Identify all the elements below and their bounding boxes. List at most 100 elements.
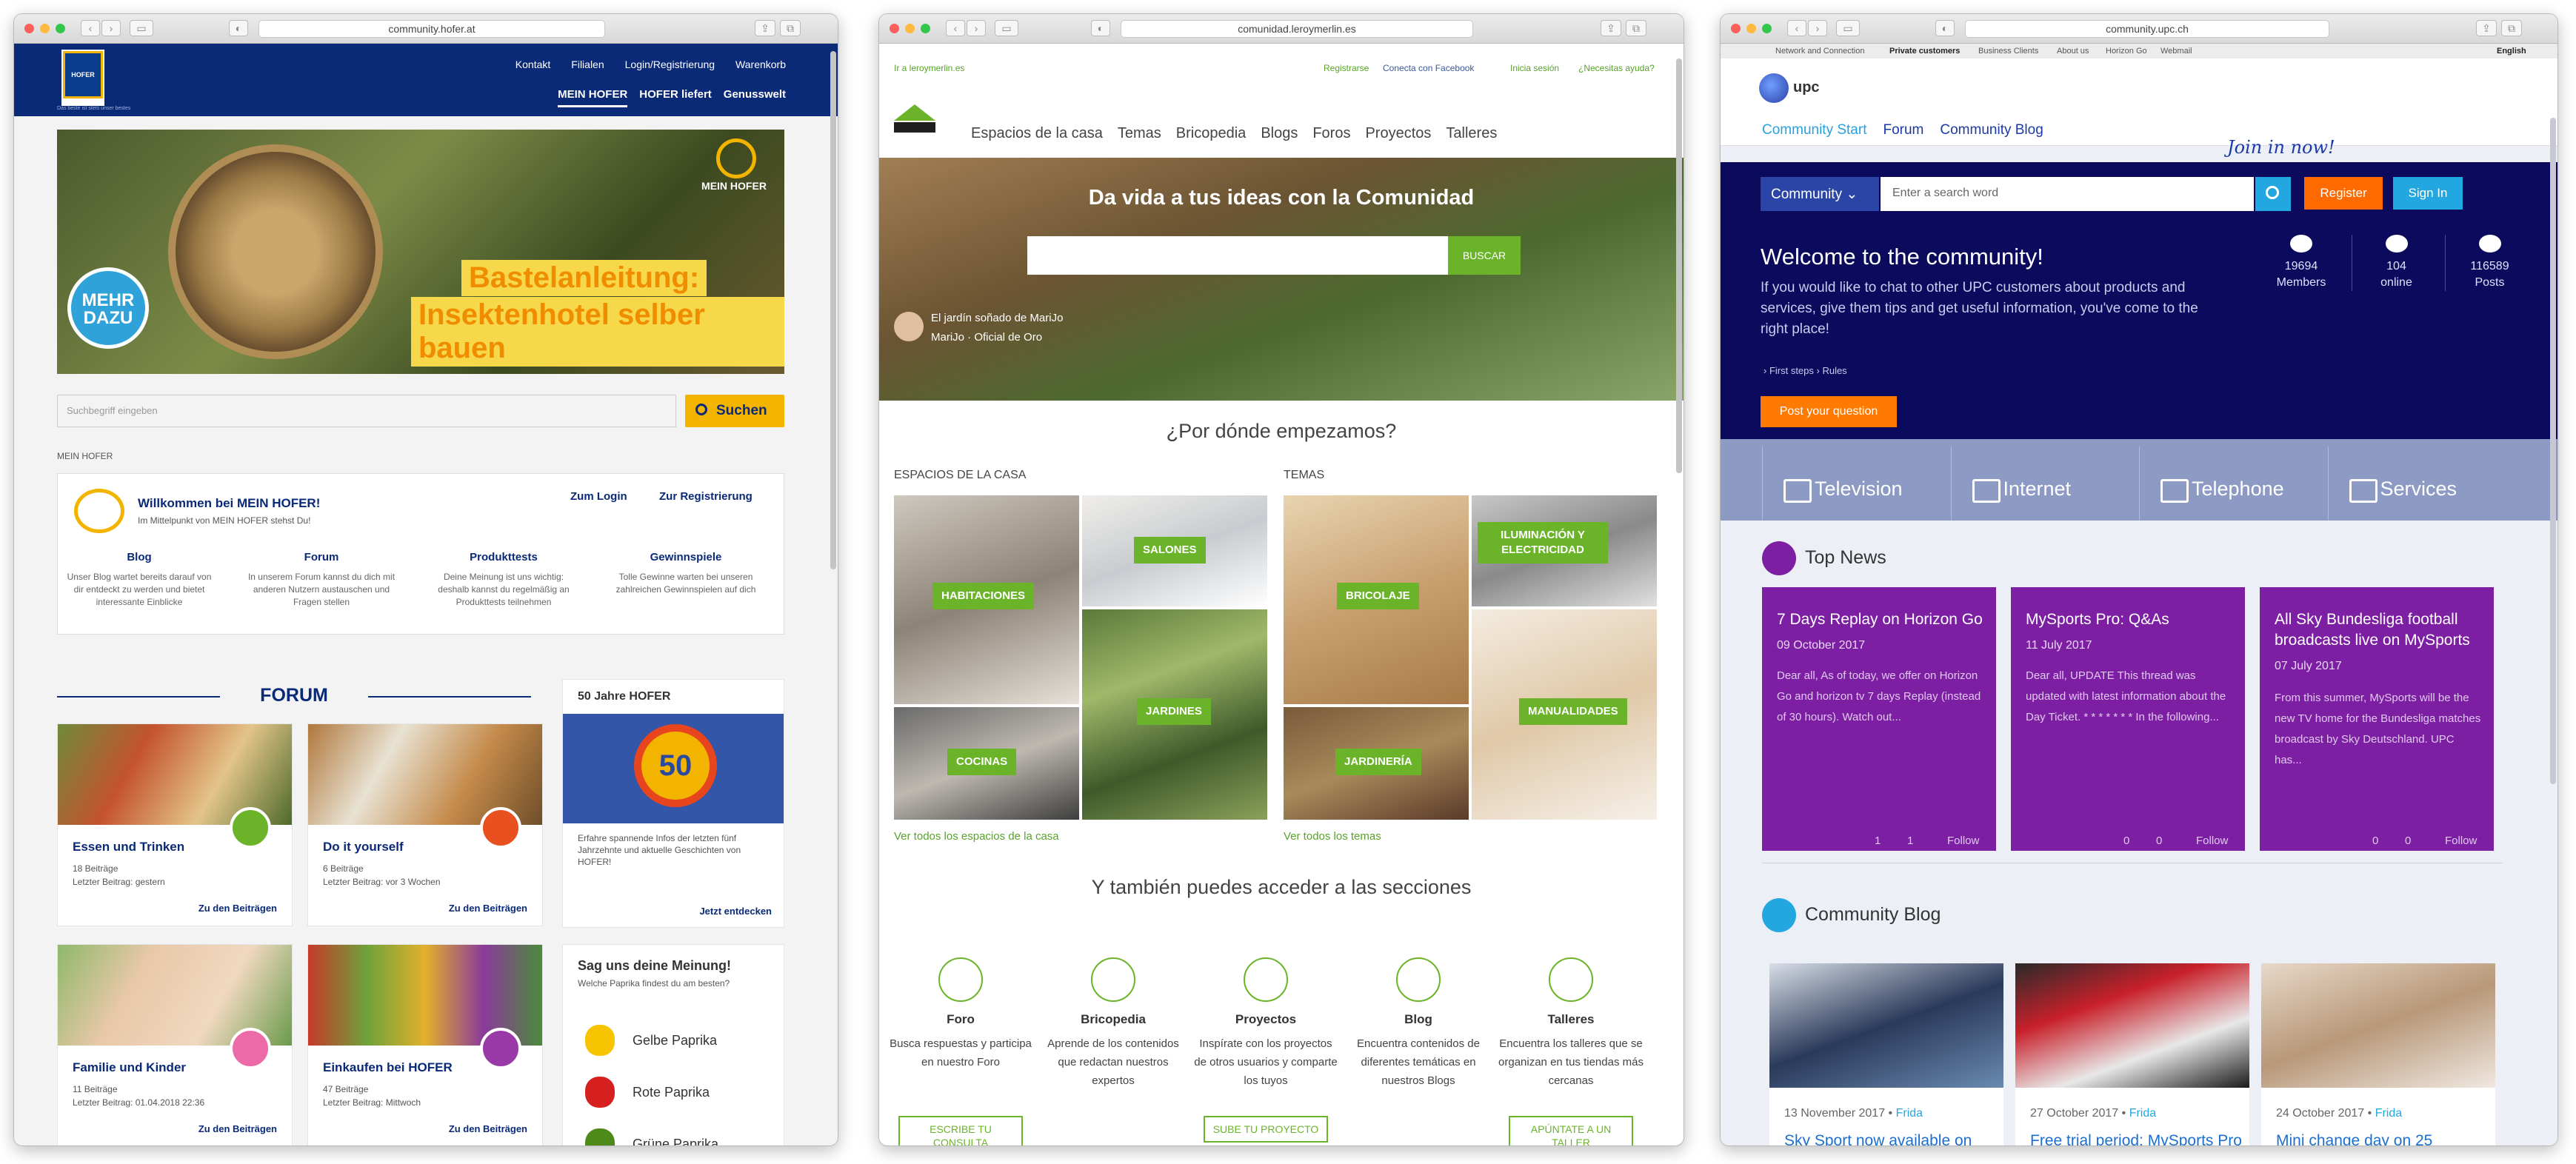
community-dropdown[interactable]: Community ⌄: [1761, 177, 1879, 211]
nav-temas[interactable]: Temas: [1118, 125, 1161, 142]
signin-button[interactable]: Sign In: [2393, 177, 2463, 210]
blog-author[interactable]: Frida: [2375, 1107, 2402, 1120]
search-button[interactable]: BUSCAR: [1448, 236, 1521, 275]
top-link-webmail[interactable]: Webmail: [2160, 47, 2192, 56]
login-link[interactable]: Zum Login: [570, 490, 627, 503]
poll-option-green[interactable]: Grüne Paprika: [585, 1128, 718, 1145]
forum-card-einkaufen[interactable]: Einkaufen bei HOFER 47 Beiträge Letzter Be…: [307, 944, 543, 1145]
window-controls[interactable]: [1731, 24, 1772, 33]
follow-link[interactable]: Follow: [2445, 834, 2477, 847]
tile-salones[interactable]: SALONES: [1082, 495, 1267, 606]
follow-link[interactable]: Follow: [2196, 834, 2228, 847]
window-controls[interactable]: [24, 24, 65, 33]
privacy-icon[interactable]: ◐: [1091, 20, 1110, 36]
news-card[interactable]: MySports Pro: Q&As 11 July 2017 Dear all, …: [2011, 587, 2245, 851]
util-login[interactable]: Login/Registrierung: [625, 58, 715, 70]
hero-banner[interactable]: MEHR DAZU Bastelanleitung: Insektenhotel…: [57, 130, 784, 374]
upc-logo-icon[interactable]: [1759, 73, 1789, 103]
scrollbar[interactable]: [2550, 118, 2556, 784]
sidebar-icon[interactable]: ▭: [1836, 20, 1860, 36]
tile-iluminacion[interactable]: ILUMINACIÓN Y ELECTRICIDAD: [1472, 495, 1657, 606]
top-link-network[interactable]: Network and Connection: [1775, 47, 1864, 56]
help-link[interactable]: ¿Necesitas ayuda?: [1578, 63, 1655, 73]
blog-author[interactable]: Frida: [2129, 1107, 2156, 1120]
nav-espacios[interactable]: Espacios de la casa: [971, 125, 1103, 142]
category-services[interactable]: Services: [2327, 446, 2517, 521]
language-select[interactable]: English: [2497, 47, 2526, 56]
nav-mein-hofer[interactable]: MEIN HOFER: [558, 88, 628, 107]
forward-icon[interactable]: ›: [1808, 20, 1827, 36]
register-link[interactable]: Registrarse: [1324, 63, 1369, 73]
tile-jardineria[interactable]: JARDINERÍA: [1284, 707, 1469, 820]
first-steps-links[interactable]: › First steps › Rules: [1764, 365, 1847, 376]
blog-title[interactable]: Free trial period: MySports Pro: [2030, 1131, 2242, 1145]
blog-card[interactable]: 27 October 2017 • Frida Free trial period…: [2015, 963, 2249, 1145]
sidebar-icon[interactable]: ▭: [130, 20, 153, 36]
address-bar[interactable]: community.hofer.at: [258, 20, 605, 38]
util-warenkorb[interactable]: Warenkorb: [735, 58, 786, 70]
privacy-icon[interactable]: ◐: [229, 20, 248, 36]
leroy-merlin-logo[interactable]: [892, 103, 937, 134]
featured-profile[interactable]: El jardín soñado de MariJo MariJo · Ofici…: [894, 309, 1063, 347]
window-controls[interactable]: [890, 24, 930, 33]
goto-leroymerlin-link[interactable]: Ir a leroymerlin.es: [894, 63, 964, 73]
top-link-horizon[interactable]: Horizon Go: [2106, 47, 2147, 56]
forum-card-essen[interactable]: Essen und Trinken 18 Beiträge Letzter Beit…: [57, 723, 293, 926]
jubilee-image[interactable]: 50: [563, 714, 784, 823]
news-card[interactable]: 7 Days Replay on Horizon Go 09 October 20…: [1762, 587, 1996, 851]
tile-jardines[interactable]: JARDINES: [1082, 609, 1267, 820]
share-icon[interactable]: ⇪: [1601, 20, 1621, 36]
all-spaces-link[interactable]: Ver todos los espacios de la casa: [894, 830, 1059, 843]
login-link[interactable]: Inicia sesión: [1510, 63, 1559, 73]
post-question-button[interactable]: Post your question: [1761, 396, 1897, 427]
share-icon[interactable]: ⇪: [2476, 20, 2497, 36]
nav-hofer-liefert[interactable]: HOFER liefert: [639, 88, 712, 107]
category-television[interactable]: Television: [1762, 446, 1951, 521]
card-link[interactable]: Zu den Beiträgen: [198, 903, 277, 914]
back-icon[interactable]: ‹: [946, 20, 965, 36]
search-input[interactable]: [1027, 236, 1448, 275]
tile-cocinas[interactable]: COCINAS: [894, 707, 1079, 820]
poll-option-yellow[interactable]: Gelbe Paprika: [585, 1025, 718, 1056]
top-link-business[interactable]: Business Clients: [1978, 47, 2038, 56]
tabs-icon[interactable]: ⧉: [1626, 20, 1646, 36]
back-icon[interactable]: ‹: [81, 20, 100, 36]
util-filialen[interactable]: Filialen: [571, 58, 604, 70]
blog-card[interactable]: 24 October 2017 • Frida Mini change day o…: [2261, 963, 2495, 1145]
search-input[interactable]: Suchbegriff eingeben: [57, 395, 676, 427]
news-card[interactable]: All Sky Bundesliga football broadcasts l…: [2260, 587, 2494, 851]
blog-card[interactable]: 13 November 2017 • Frida Sky Sport now av…: [1769, 963, 2003, 1145]
feature-forum[interactable]: Forum In unserem Forum kannst du dich mit…: [247, 551, 396, 609]
address-bar[interactable]: community.upc.ch: [1965, 20, 2329, 38]
nav-foros[interactable]: Foros: [1312, 125, 1350, 142]
register-button[interactable]: Register: [2304, 177, 2383, 210]
card-link[interactable]: Zu den Beiträgen: [449, 1123, 527, 1134]
all-topics-link[interactable]: Ver todos los temas: [1284, 830, 1381, 843]
top-link-about[interactable]: About us: [2057, 47, 2089, 56]
privacy-icon[interactable]: ◐: [1935, 20, 1955, 36]
sidebar-icon[interactable]: ▭: [995, 20, 1018, 36]
escribe-consulta-button[interactable]: ESCRIBE TU CONSULTA: [898, 1116, 1023, 1145]
nav-community-start[interactable]: Community Start: [1762, 122, 1866, 138]
follow-link[interactable]: Follow: [1947, 834, 1979, 847]
util-kontakt[interactable]: Kontakt: [515, 58, 550, 70]
share-icon[interactable]: ⇪: [755, 20, 775, 36]
forum-card-familie[interactable]: Familie und Kinder 11 Beiträge Letzter Bei…: [57, 944, 293, 1145]
hofer-logo[interactable]: HOFER: [61, 50, 104, 106]
blog-title[interactable]: Mini change day on 25 October 2017 and C…: [2276, 1131, 2488, 1145]
nav-forum[interactable]: Forum: [1883, 122, 1923, 138]
apuntate-taller-button[interactable]: APÚNTATE A UN TALLER: [1509, 1116, 1633, 1145]
forward-icon[interactable]: ›: [101, 20, 121, 36]
blog-author[interactable]: Frida: [1896, 1107, 1923, 1120]
feature-produkttests[interactable]: Produkttests Deine Meinung ist uns wichti…: [430, 551, 578, 609]
address-bar[interactable]: comunidad.leroymerlin.es: [1121, 20, 1473, 38]
scrollbar[interactable]: [1676, 58, 1682, 473]
search-input[interactable]: Enter a search word: [1881, 177, 2254, 211]
sube-proyecto-button[interactable]: SUBE TU PROYECTO: [1204, 1116, 1328, 1143]
search-button[interactable]: Suchen: [685, 395, 784, 427]
jubilee-link[interactable]: Jetzt entdecken: [699, 906, 772, 917]
top-link-private[interactable]: Private customers: [1889, 47, 1960, 56]
tabs-icon[interactable]: ⧉: [2501, 20, 2522, 36]
nav-blogs[interactable]: Blogs: [1261, 125, 1298, 142]
nav-bricopedia[interactable]: Bricopedia: [1176, 125, 1247, 142]
